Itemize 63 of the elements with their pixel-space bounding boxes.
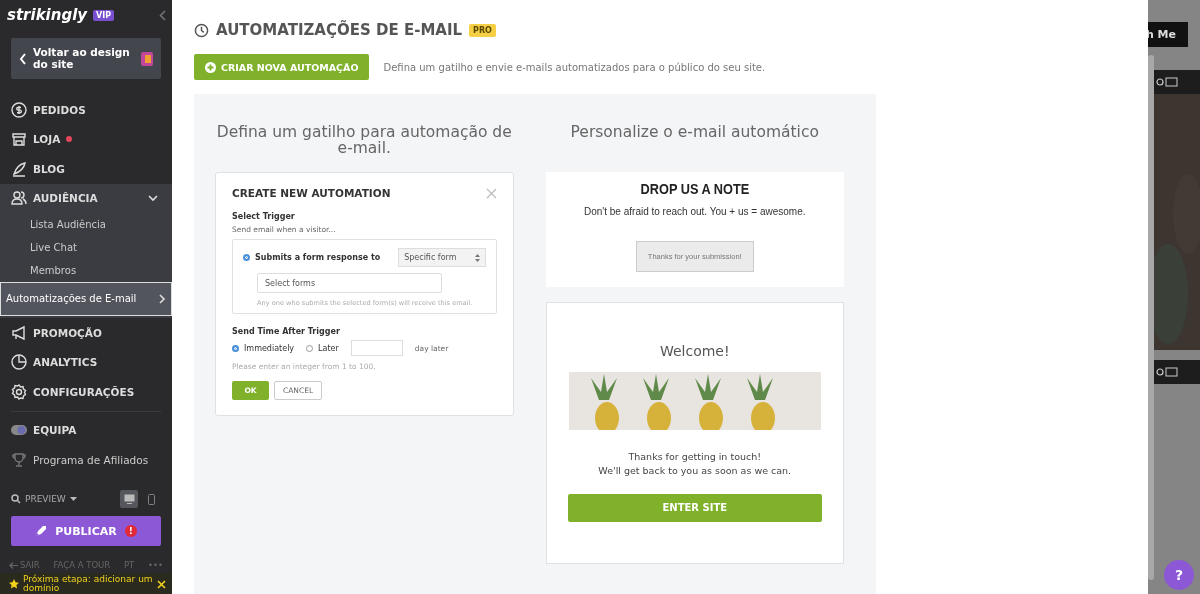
- help-button[interactable]: ?: [1164, 560, 1194, 590]
- dollar-icon: [11, 101, 27, 118]
- nav-item[interactable]: CONFIGURAÇÕES: [0, 377, 172, 407]
- close-icon[interactable]: [157, 579, 166, 589]
- card-text: Don't be afraid to reach out. You + us = awesome.: [584, 206, 806, 217]
- nav-item[interactable]: BLOG: [0, 154, 172, 184]
- collapse-icon[interactable]: [159, 9, 166, 21]
- people-icon: [11, 190, 27, 207]
- submenu-item[interactable]: Automatizações de E-mail: [0, 282, 172, 316]
- pro-badge: PRO: [469, 23, 496, 37]
- preview-button[interactable]: PREVIEW: [11, 494, 77, 504]
- megaphone-icon: [11, 324, 27, 341]
- submenu-item[interactable]: Lista Audiência: [0, 213, 172, 236]
- card-text: Thanks for getting in touch!: [628, 450, 761, 464]
- form-select[interactable]: Specific form: [398, 248, 486, 267]
- trophy-icon: [11, 451, 27, 468]
- nav-item[interactable]: AUDIÊNCIA: [0, 183, 172, 213]
- search-icon: [11, 494, 21, 504]
- updown-icon: [474, 253, 480, 262]
- nav-item[interactable]: Programa de Afiliados: [0, 445, 172, 475]
- plus-icon: [205, 61, 216, 73]
- next-step-banner[interactable]: Próxima etapa: adicionar um domínio: [0, 573, 172, 594]
- publish-button[interactable]: PUBLICAR !: [11, 516, 161, 546]
- dialog-title: CREATE NEW AUTOMATION: [232, 187, 391, 199]
- star-icon: [9, 579, 19, 589]
- chevron-icon: [159, 294, 166, 304]
- forms-input[interactable]: Select forms: [257, 273, 442, 293]
- page-icon: [141, 51, 153, 66]
- nav-item[interactable]: EQUIPA: [0, 415, 172, 445]
- section-heading: Personalize o e-mail automático: [569, 124, 820, 143]
- caret-icon: [69, 497, 77, 501]
- field-label: Send Time After Trigger: [232, 327, 341, 336]
- alert-badge: !: [124, 525, 137, 537]
- logo: strikingly: [7, 6, 88, 24]
- gear-icon: [11, 383, 27, 400]
- desktop-icon[interactable]: [120, 490, 138, 508]
- card-title: Welcome!: [659, 343, 730, 359]
- card-text: We'll get back to you as soon as we can.: [598, 463, 792, 478]
- toolbar-icons-drawing[interactable]: [1156, 77, 1178, 87]
- store-icon: [11, 131, 27, 148]
- pie-icon: [11, 354, 27, 371]
- nav-item[interactable]: ANALYTICS: [0, 347, 172, 377]
- section-heading: Defina um gatilho para automação de e-mail.: [215, 124, 513, 158]
- submenu-item[interactable]: Membros: [0, 259, 172, 282]
- radio-option[interactable]: Later: [306, 343, 339, 353]
- page-title: AUTOMATIZAÇÕES DE E-MAIL: [216, 21, 463, 39]
- clock-icon: [194, 22, 209, 38]
- submenu-item[interactable]: Live Chat: [0, 236, 172, 259]
- plan-badge: VIP: [93, 9, 115, 21]
- next-step-text: Próxima etapa: adicionar um domínio: [23, 575, 153, 593]
- nav-item[interactable]: PEDIDOS: [0, 95, 172, 125]
- back-button[interactable]: Voltar ao design do site: [11, 38, 161, 79]
- description: Defina um gatilho e envie e-mails automatizados para o público do seu site.: [383, 61, 766, 73]
- radio-option[interactable]: Submits a form response to: [243, 253, 381, 262]
- card-title: DROP US A NOTE: [640, 180, 750, 197]
- days-input[interactable]: [350, 340, 403, 356]
- toolbar-icons-drawing[interactable]: [1156, 367, 1178, 377]
- radio-option[interactable]: Immediately: [232, 343, 295, 353]
- arrow-icon: [9, 561, 18, 569]
- pen-icon: [11, 160, 27, 177]
- nav-item[interactable]: LOJA: [0, 124, 172, 154]
- field-label: Select Trigger: [232, 212, 296, 221]
- nav-item[interactable]: PROMOÇÃO: [0, 318, 172, 348]
